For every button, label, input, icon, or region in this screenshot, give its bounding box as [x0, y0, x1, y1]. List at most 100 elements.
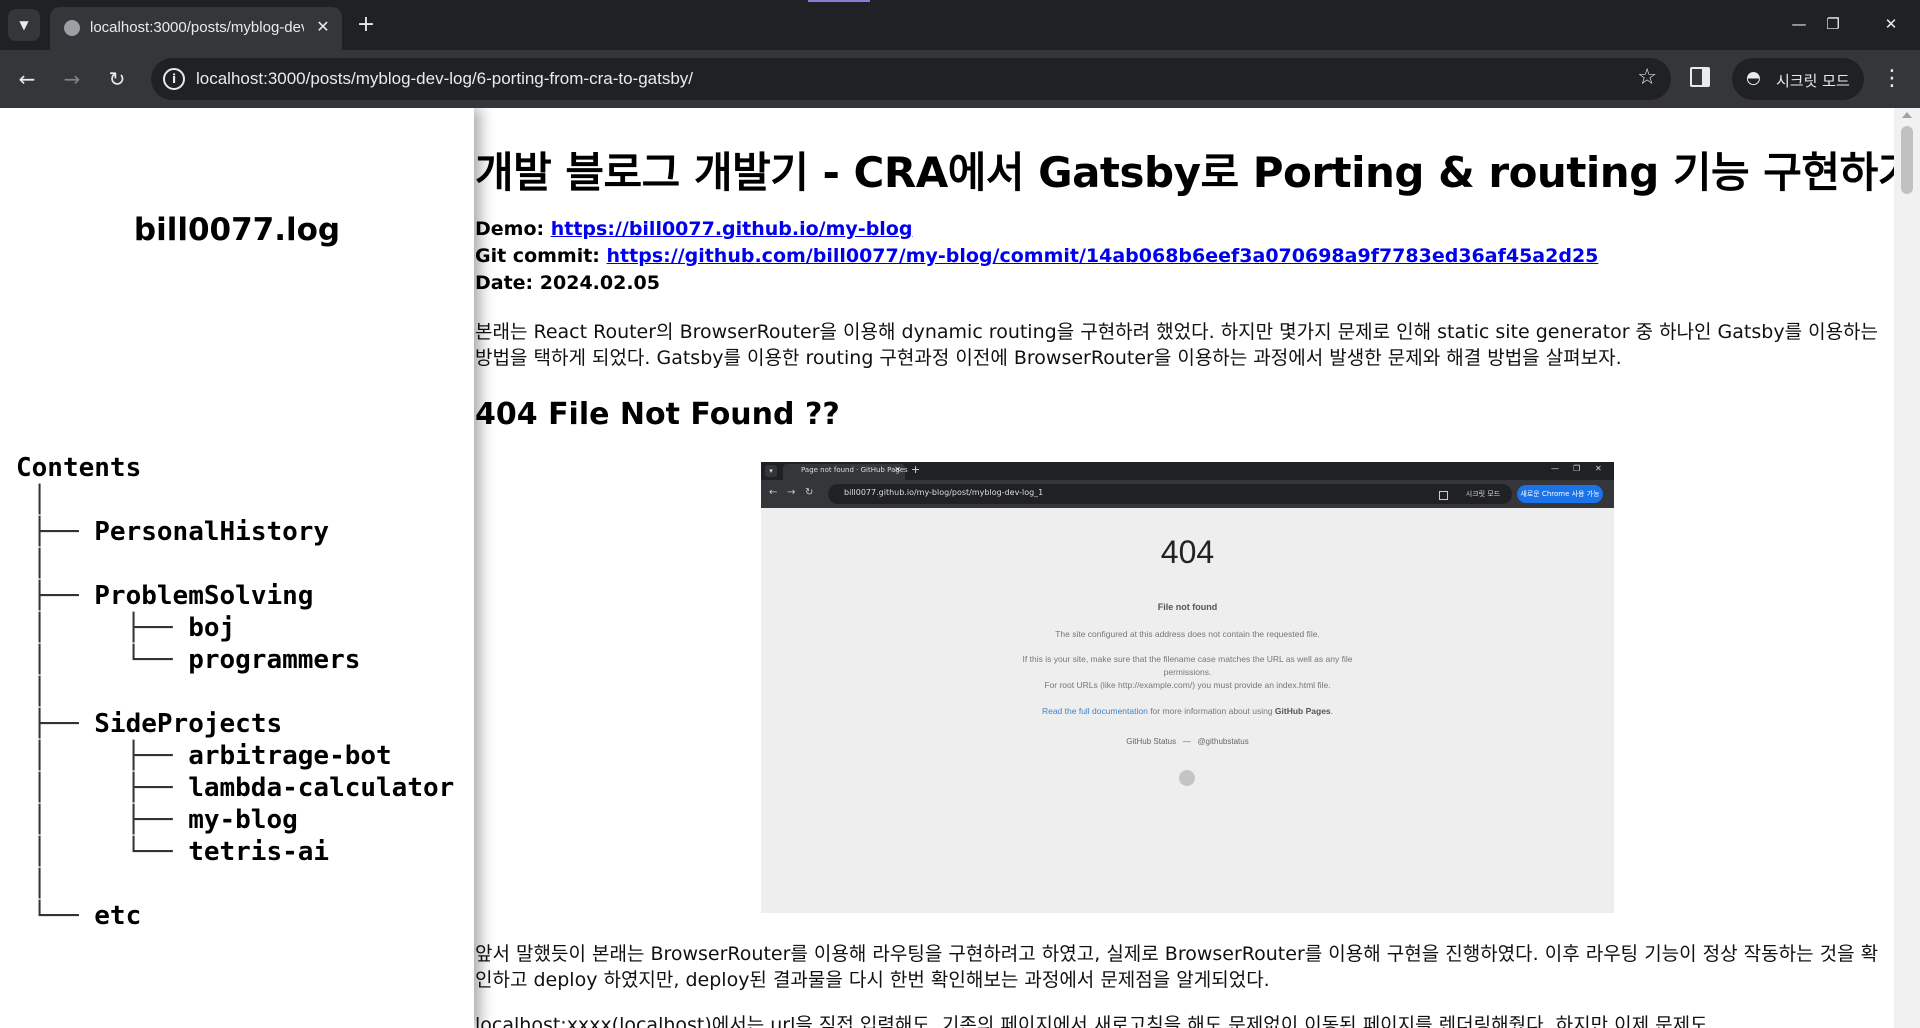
- post-content: 개발 블로그 개발기 - CRA에서 Gatsby로 Porting & rou…: [474, 108, 1894, 1028]
- tree-item-label[interactable]: lambda-calculator: [188, 773, 454, 803]
- more-menu-icon[interactable]: ⋮: [1880, 63, 1904, 95]
- commit-link[interactable]: https://github.com/bill0077/my-blog/comm…: [607, 245, 1599, 267]
- reload-button[interactable]: ↻: [101, 63, 133, 95]
- screenshot-tabbar: ▾ Page not found · GitHub Pages ✕ + — ❐ …: [761, 462, 1614, 480]
- incognito-badge[interactable]: ◓ 시크릿 모드: [1732, 58, 1864, 100]
- tree-item-label[interactable]: programmers: [188, 645, 360, 675]
- screenshot-incognito: 시크릿 모드: [1454, 484, 1512, 504]
- tree-guide: │: [16, 869, 48, 899]
- tab-search-button[interactable]: ▼: [8, 9, 40, 41]
- tree-guide: │ └──: [16, 837, 189, 867]
- screenshot-github-icon: [1179, 770, 1195, 786]
- scroll-up-icon[interactable]: [1902, 112, 1912, 118]
- tree-guide: ├──: [16, 709, 95, 739]
- screenshot-p4-text: for more information about using: [1147, 706, 1275, 716]
- scroll-thumb[interactable]: [1901, 126, 1913, 194]
- date-label: Date:: [475, 272, 540, 294]
- date-line: Date: 2024.02.05: [475, 272, 660, 294]
- close-tab-icon[interactable]: ✕: [312, 16, 334, 38]
- blog-title[interactable]: bill0077.log: [0, 212, 474, 248]
- tree-row: │ └── programmers: [16, 644, 454, 676]
- incognito-indicator: [808, 0, 870, 2]
- screenshot-chrome-update: 새로운 Chrome 사용 가능: [1517, 485, 1603, 503]
- screenshot-doc-link: Read the full documentation: [1041, 706, 1148, 716]
- tree-item-label[interactable]: SideProjects: [94, 709, 282, 739]
- tree-row: │ ├── lambda-calculator: [16, 772, 455, 804]
- info-icon[interactable]: i: [163, 68, 185, 90]
- tree-item-label[interactable]: etc: [94, 901, 141, 931]
- new-tab-button[interactable]: +: [352, 11, 380, 39]
- tree-guide: │: [16, 549, 48, 579]
- tree-item-label[interactable]: ProblemSolving: [94, 581, 313, 611]
- screenshot-status-sep: —: [1182, 737, 1191, 746]
- commit-label: Git commit:: [475, 245, 607, 267]
- browser-tab-bar: ▼ localhost:3000/posts/myblog-dev-log/6-…: [0, 0, 1920, 50]
- tree-guide: │ └──: [16, 645, 189, 675]
- screenshot-p4-end: .: [1330, 706, 1334, 716]
- demo-link[interactable]: https://bill0077.github.io/my-blog: [551, 218, 913, 240]
- intro-paragraph: 본래는 React Router의 BrowserRouter을 이용해 dyn…: [475, 321, 1879, 369]
- screenshot-url: bill0077.github.io/my-blog/post/myblog-d…: [844, 488, 1044, 497]
- globe-icon: [64, 20, 80, 36]
- tree-row: │ ├── boj: [16, 612, 454, 644]
- screenshot-minimize-icon: —: [1551, 464, 1559, 473]
- screenshot-status: GitHub Status — @githubstatus: [761, 737, 1614, 746]
- tree-row: ├── PersonalHistory: [16, 516, 454, 548]
- close-window-button[interactable]: ✕: [1868, 8, 1914, 40]
- tree-row: ├── ProblemSolving: [16, 580, 454, 612]
- tree-item-label[interactable]: boj: [188, 613, 235, 643]
- tree-row: │: [16, 484, 454, 516]
- tree-item-label[interactable]: arbitrage-bot: [188, 741, 392, 771]
- tree-row: │ └── tetris-ai: [16, 836, 454, 868]
- tree-guide: └──: [16, 901, 95, 931]
- section-heading: 404 File Not Found ??: [475, 397, 840, 432]
- tree-guide: │ ├──: [16, 805, 189, 835]
- screenshot-plus-icon: +: [911, 463, 921, 476]
- commit-line: Git commit: https://github.com/bill0077/…: [475, 245, 1598, 267]
- screenshot-p1: The site configured at this address does…: [1055, 629, 1320, 639]
- screenshot-404-code: 404: [1160, 534, 1215, 570]
- screenshot-close-window-icon: ✕: [1595, 464, 1602, 473]
- page-viewport: bill0077.log Contents │ ├── PersonalHist…: [0, 108, 1920, 1028]
- tree-guide: │ ├──: [16, 613, 189, 643]
- back-button[interactable]: ←: [11, 63, 43, 95]
- tree-row: Contents: [16, 452, 454, 484]
- second-paragraph: 앞서 말했듯이 본래는 BrowserRouter를 이용해 라우팅을 구현하려…: [475, 943, 1879, 991]
- forward-button[interactable]: →: [56, 63, 88, 95]
- tree-item-label[interactable]: Contents: [16, 453, 141, 483]
- restore-button[interactable]: ❐: [1810, 8, 1856, 40]
- tree-row: └── etc: [16, 900, 454, 932]
- screenshot-side-panel-icon: [1439, 491, 1448, 500]
- screenshot-tab-title: Page not found · GitHub Pages: [801, 466, 908, 474]
- tree-guide: ├──: [16, 517, 95, 547]
- screenshot-p3: For root URLs (like http://example.com/)…: [1044, 680, 1331, 690]
- screenshot-status2: @githubstatus: [1197, 737, 1249, 746]
- tree-row: │ ├── my-blog: [16, 804, 454, 836]
- incognito-icon: ◓: [1746, 68, 1761, 88]
- tree-item-label[interactable]: my-blog: [188, 805, 298, 835]
- screenshot-close-icon: ✕: [894, 465, 901, 474]
- post-title: 개발 블로그 개발기 - CRA에서 Gatsby로 Porting & rou…: [475, 148, 1894, 197]
- screenshot-toolbar: ← → ↻ bill0077.github.io/my-blog/post/my…: [761, 480, 1614, 508]
- browser-tab[interactable]: localhost:3000/posts/myblog-dev-log/6-po…: [50, 7, 342, 50]
- contents-tree: Contents │ ├── PersonalHistory │ ├── Pro…: [16, 452, 454, 932]
- screenshot-not-found: File not found: [1157, 602, 1218, 612]
- page-scrollbar[interactable]: [1894, 108, 1920, 1028]
- bookmark-star-icon[interactable]: ☆: [1637, 65, 1657, 90]
- tree-guide: ├──: [16, 581, 95, 611]
- url-text[interactable]: localhost:3000/posts/myblog-dev-log/6-po…: [196, 69, 693, 89]
- address-bar[interactable]: i localhost:3000/posts/myblog-dev-log/6-…: [151, 58, 1671, 100]
- screenshot-image-404: ▾ Page not found · GitHub Pages ✕ + — ❐ …: [761, 462, 1614, 913]
- screenshot-dropdown-icon: ▾: [765, 465, 777, 477]
- screenshot-back-icon: ←: [769, 487, 778, 498]
- screenshot-forward-icon: →: [787, 487, 796, 498]
- tree-guide: │ ├──: [16, 773, 189, 803]
- tree-item-label[interactable]: tetris-ai: [188, 837, 329, 867]
- tree-guide: │: [16, 485, 48, 515]
- side-panel-icon[interactable]: [1690, 67, 1710, 87]
- tree-item-label[interactable]: PersonalHistory: [94, 517, 329, 547]
- screenshot-reload-icon: ↻: [805, 487, 814, 498]
- screenshot-p2: If this is your site, make sure that the…: [1022, 654, 1353, 677]
- tree-row: │ ├── arbitrage-bot: [16, 740, 454, 772]
- third-paragraph: localhost:xxxx(localhost)에서는 url을 직접 입력해…: [475, 1014, 1708, 1028]
